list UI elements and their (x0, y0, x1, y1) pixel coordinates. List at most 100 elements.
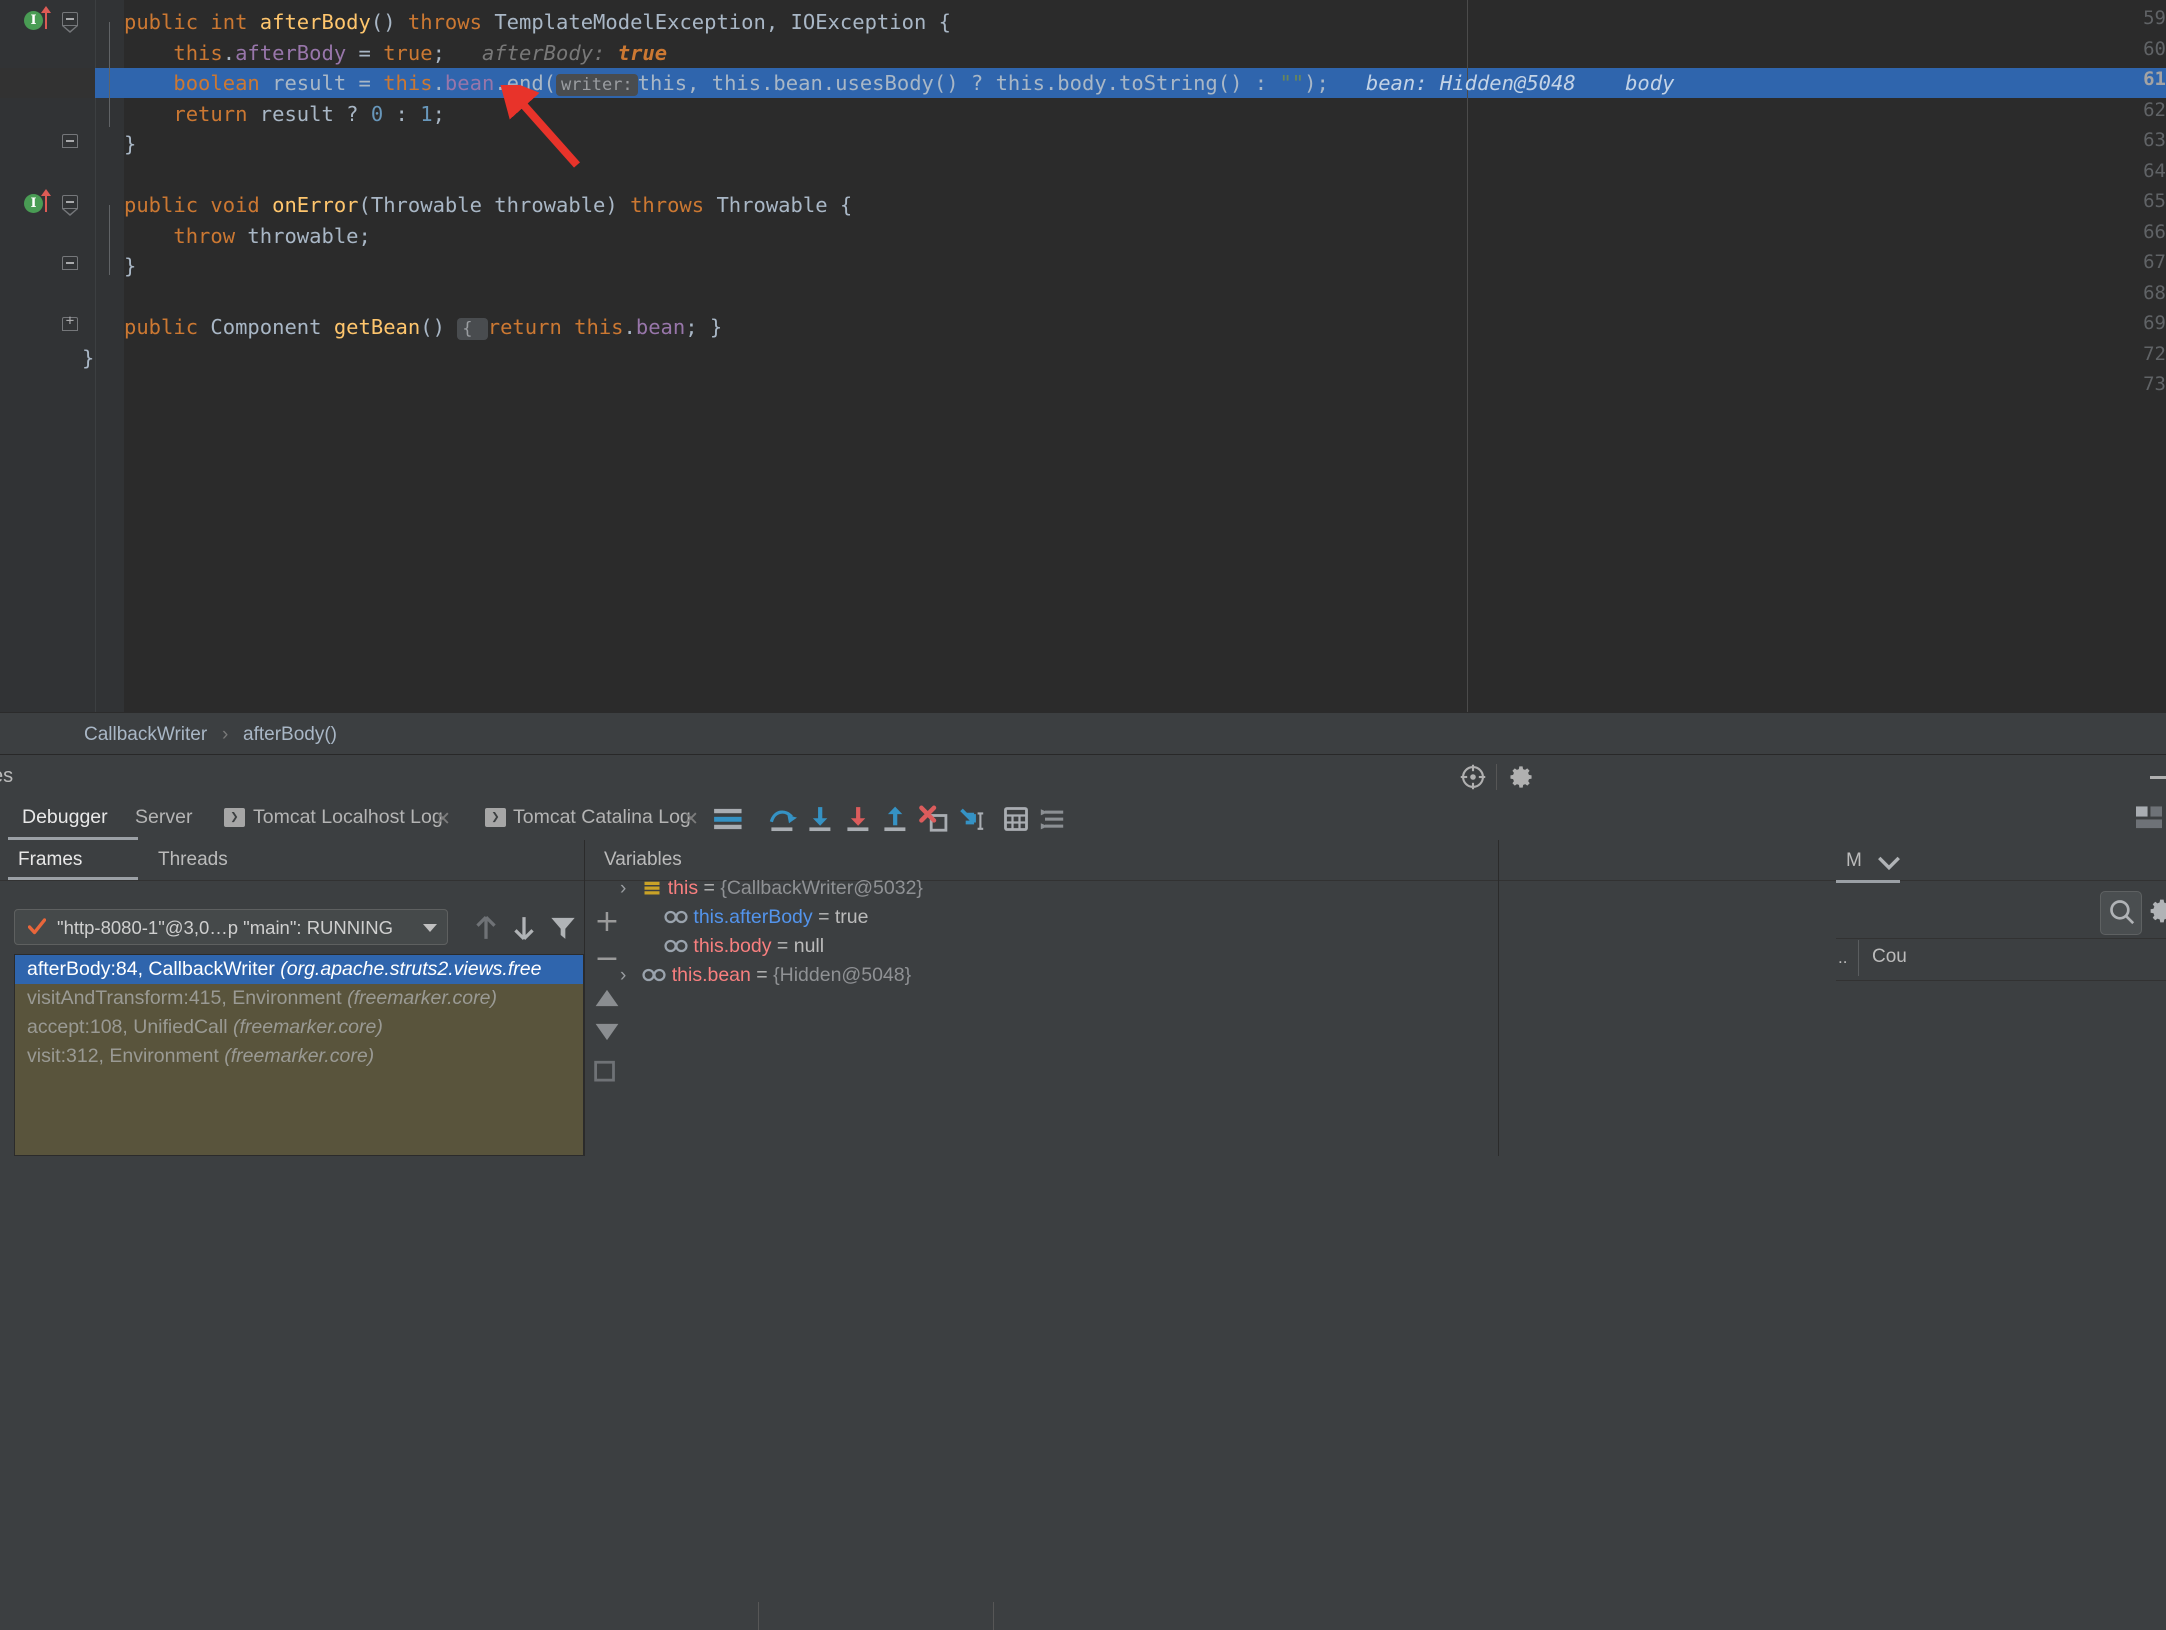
tab-debugger[interactable]: Debugger (22, 806, 108, 829)
frame-row[interactable]: afterBody:84, CallbackWriter (org.apache… (15, 955, 583, 984)
gear-icon[interactable] (1508, 763, 1536, 791)
type: Component (210, 315, 334, 339)
kw: void (210, 193, 273, 217)
ellipsis-label: .. (1838, 948, 1848, 967)
force-step-into-icon[interactable] (842, 805, 878, 833)
settings-list-icon[interactable] (1036, 805, 1068, 833)
method-name: onError (272, 193, 359, 217)
code-line-60: this.afterBody = true; afterBody: true (124, 38, 667, 68)
eq: = (812, 906, 835, 928)
expand-chevron-icon[interactable]: › (620, 878, 637, 899)
folded-body-inlay[interactable]: { (457, 318, 488, 340)
variable-value: true (834, 906, 869, 928)
subtab-frames[interactable]: Frames (18, 849, 82, 871)
watch-glasses-icon (664, 910, 688, 924)
variable-row-body[interactable]: this.body = null (664, 932, 824, 961)
filter-icon[interactable] (549, 914, 577, 942)
fold-collapse-icon[interactable] (62, 134, 78, 148)
frames-list[interactable]: afterBody:84, CallbackWriter (org.apache… (14, 954, 584, 1156)
brace: } (124, 132, 137, 156)
code-text[interactable]: public int afterBody() throws TemplateMo… (82, 0, 2166, 712)
tab-tomcat-localhost-log[interactable]: Tomcat Localhost Log (253, 806, 443, 829)
fold-collapse-icon[interactable] (62, 195, 78, 209)
frames-variables-divider[interactable] (584, 840, 585, 1156)
inline-debug-hint-body[interactable]: body (1625, 71, 1674, 95)
kw-this: this (383, 71, 433, 95)
punct: () (370, 10, 408, 34)
assign-op: = (358, 71, 384, 95)
implementing-method-icon[interactable]: I (24, 194, 43, 213)
minimize-icon[interactable] (2150, 776, 2166, 779)
inline-debug-hint-value[interactable]: true (618, 41, 667, 65)
method-name: getBean (333, 315, 421, 339)
implementing-method-icon[interactable]: I (24, 11, 43, 30)
code-line-62: return result ? 0 : 1; (124, 99, 445, 129)
run-config-icon: ❯ (224, 808, 245, 827)
search-button[interactable] (2100, 891, 2142, 935)
crosshair-icon[interactable] (1459, 763, 1487, 791)
fold-column[interactable] (96, 0, 124, 712)
thread-selector[interactable]: "http-8080-1"@3,0…p "main": RUNNING (14, 909, 448, 945)
column-divider[interactable] (1858, 940, 1859, 976)
expand-chevron-icon[interactable]: › (620, 965, 637, 986)
call-end: .end( (494, 71, 557, 95)
inline-debug-hint-bean-text[interactable]: bean: Hidden@5048 (1366, 71, 1576, 95)
fold-collapse-icon[interactable] (62, 256, 78, 270)
variable-row-this[interactable]: › this = {CallbackWriter@5032} (620, 874, 923, 903)
step-out-icon[interactable] (879, 805, 915, 833)
gear-icon[interactable] (2148, 896, 2166, 926)
frame-row[interactable]: visitAndTransform:415, Environment (free… (15, 984, 583, 1013)
variables-tree[interactable]: › this = {CallbackWriter@5032} this.afte… (620, 840, 1836, 1156)
drop-frame-icon[interactable] (916, 805, 952, 833)
scroll-up-icon[interactable] (594, 986, 620, 1010)
parameter-hint-inlay[interactable]: writer: (556, 74, 638, 96)
frame-row[interactable]: accept:108, UnifiedCall (freemarker.core… (15, 1013, 583, 1042)
inline-debug-hint-bean[interactable] (1329, 71, 1366, 95)
debug-tab-bar[interactable]: Debugger Server ❯ Tomcat Localhost Log ✕… (0, 796, 2166, 1630)
tab-close-icon[interactable]: ✕ (683, 808, 699, 831)
variable-row-bean[interactable]: › this.bean = {Hidden@5048} (620, 961, 911, 990)
add-watch-button[interactable]: + (592, 907, 622, 937)
copy-watch-icon[interactable] (594, 1060, 620, 1084)
chevron-down-icon[interactable] (423, 924, 437, 932)
tab-tomcat-catalina-log[interactable]: Tomcat Catalina Log (513, 806, 691, 829)
variable-row-afterbody[interactable]: this.afterBody = true (664, 903, 869, 932)
breadcrumb-method[interactable]: afterBody() (243, 724, 337, 746)
eq: = (771, 935, 794, 957)
fold-expand-icon[interactable] (62, 314, 78, 331)
subtab-frames-underline (8, 877, 138, 880)
run-to-cursor-icon[interactable] (954, 805, 990, 833)
step-over-icon[interactable] (766, 805, 802, 833)
editor-gutter[interactable] (0, 0, 95, 712)
number: 0 (370, 102, 384, 126)
breadcrumb-class[interactable]: CallbackWriter (84, 724, 207, 746)
up-arrow-icon[interactable] (472, 914, 500, 942)
intellij-debugger-window: 59 60 61 62 63 64 65 66 67 68 69 72 73 I… (0, 0, 2166, 1630)
evaluate-expression-icon[interactable] (1000, 805, 1032, 833)
number: 1 (420, 102, 433, 126)
mute-breakpoints-icon[interactable] (712, 806, 748, 832)
kw-throws: throws (630, 193, 717, 217)
right-panel-tab-label[interactable]: M (1846, 850, 1862, 872)
scroll-down-icon[interactable] (594, 1020, 620, 1044)
tab-close-icon[interactable]: ✕ (435, 808, 451, 831)
chevron-down-icon[interactable] (1876, 852, 1902, 872)
frame-row[interactable]: visit:312, Environment (freemarker.core) (15, 1042, 583, 1071)
expr: throwable; (247, 224, 371, 248)
field-name: afterBody (235, 41, 347, 65)
header-divider (1496, 764, 1497, 790)
fold-collapse-icon[interactable] (62, 12, 78, 26)
code-editor[interactable]: 59 60 61 62 63 64 65 66 67 68 69 72 73 I… (0, 0, 2166, 712)
inline-debug-hint-label[interactable]: afterBody: (445, 41, 618, 65)
tab-server[interactable]: Server (135, 806, 192, 829)
down-arrow-icon[interactable] (510, 914, 538, 942)
column-header-count[interactable]: Cou (1872, 946, 1907, 968)
subtab-threads[interactable]: Threads (158, 849, 228, 871)
remove-watch-button[interactable]: − (592, 944, 622, 974)
line61-tail: ); (1304, 71, 1329, 95)
code-line-67: } (124, 251, 136, 281)
kw-throw: throw (124, 224, 248, 248)
layout-toggle-icon[interactable] (2134, 805, 2164, 831)
step-into-icon[interactable] (804, 805, 840, 833)
